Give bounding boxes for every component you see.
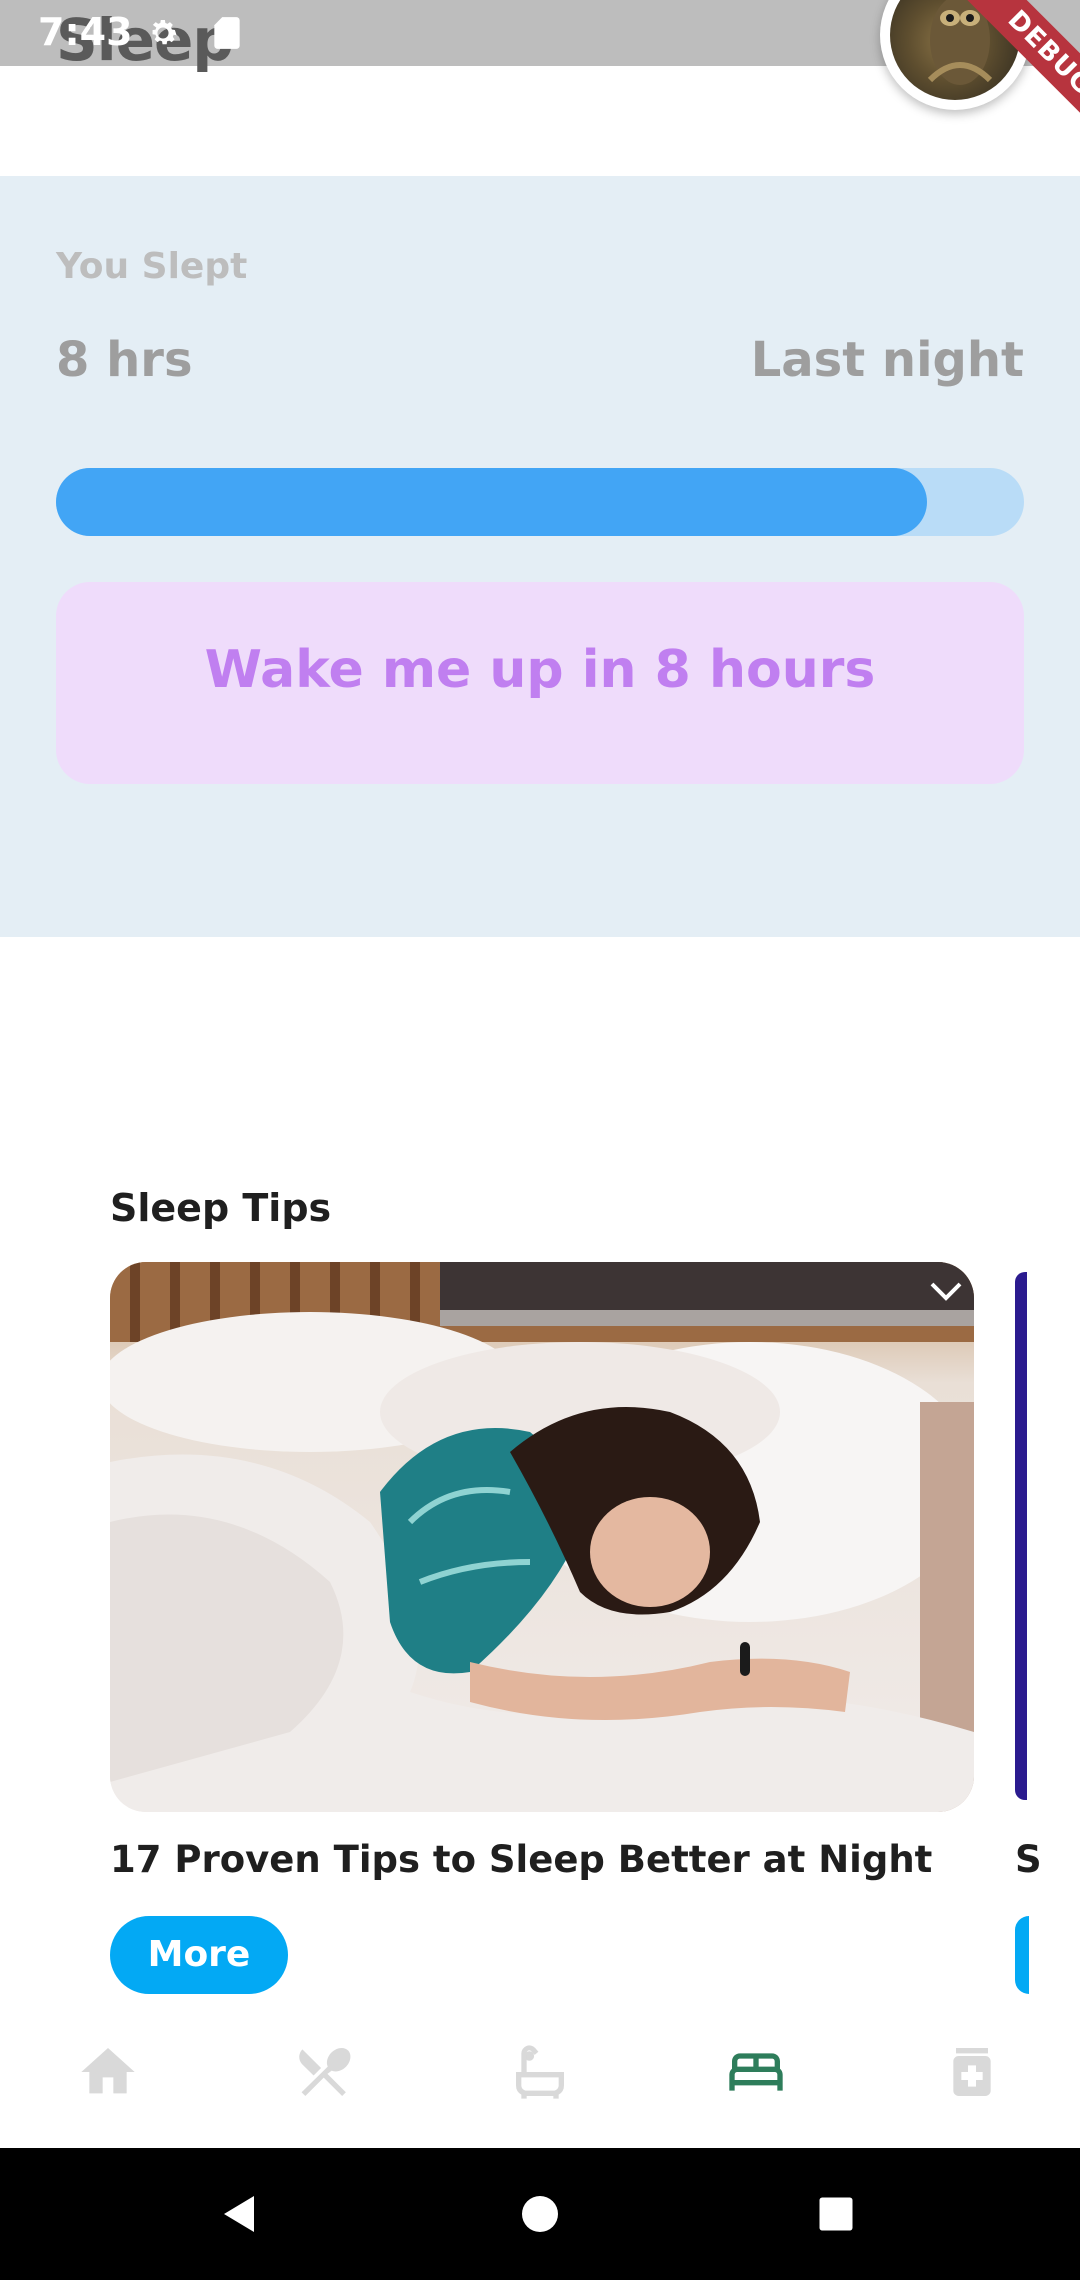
sleep-hours-value: 8 hrs [56, 332, 193, 388]
recents-button[interactable] [814, 2192, 858, 2236]
sleep-progress-fill [56, 468, 927, 536]
next-tip-card-edge[interactable] [1015, 1272, 1027, 1800]
tip-card-title: 17 Proven Tips to Sleep Better at Night [110, 1838, 933, 1881]
next-tip-more-button[interactable] [1015, 1916, 1029, 1994]
back-button[interactable] [216, 2190, 264, 2238]
restaurant-icon[interactable] [292, 2040, 356, 2104]
bathtub-icon[interactable] [508, 2040, 572, 2104]
home-button[interactable] [516, 2190, 564, 2238]
sd-card-icon [214, 17, 240, 49]
next-tip-card-title: S [1015, 1838, 1042, 1881]
sleep-summary-panel [0, 176, 1080, 937]
wake-me-up-label: Wake me up in 8 hours [204, 640, 876, 700]
sleep-tips-heading: Sleep Tips [110, 1186, 332, 1230]
sleep-period-label: Last night [750, 332, 1024, 388]
medication-icon[interactable] [940, 2040, 1004, 2104]
settings-icon [152, 20, 177, 45]
home-icon[interactable] [76, 2040, 140, 2104]
tip-card-image[interactable] [110, 1262, 974, 1812]
sleeping-woman-illustration [110, 1262, 974, 1812]
bed-icon[interactable] [724, 2040, 788, 2104]
you-slept-label: You Slept [56, 246, 248, 287]
status-time: 7:43 [38, 10, 133, 54]
tip-more-button[interactable]: More [110, 1916, 288, 1994]
